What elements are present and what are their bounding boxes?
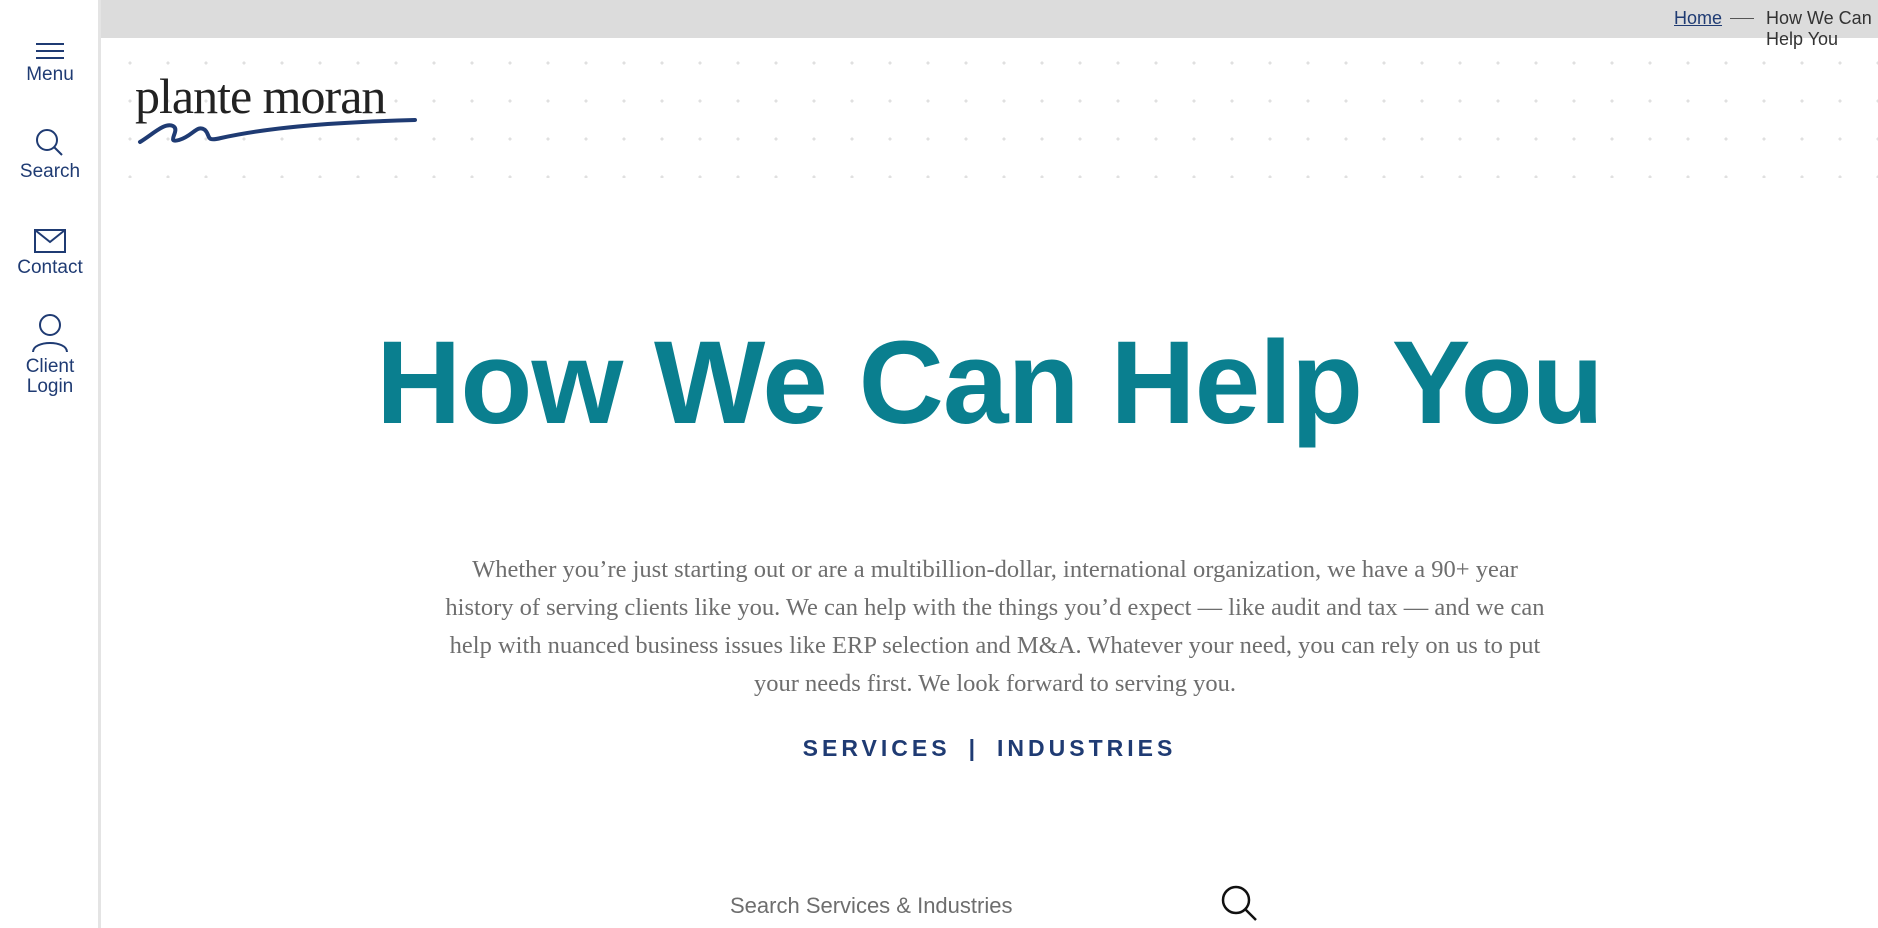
envelope-icon (34, 229, 66, 253)
industries-link[interactable]: INDUSTRIES (997, 735, 1176, 761)
breadcrumb-home-link[interactable]: Home (1674, 8, 1722, 29)
breadcrumb-bar: Home How We Can Help You (101, 0, 1878, 49)
user-icon (32, 314, 68, 353)
category-separator: | (968, 735, 980, 761)
sidebar-item-label: Search (19, 161, 81, 182)
intro-paragraph: Whether you’re just starting out or are … (445, 556, 1545, 697)
logo-swoosh-icon (138, 118, 417, 144)
services-link[interactable]: SERVICES (803, 735, 951, 761)
sidebar-item-client-login[interactable]: Client Login (0, 312, 100, 397)
sidebar-item-label: Client Login (25, 356, 75, 397)
sidebar-item-menu[interactable]: Menu (0, 40, 100, 85)
breadcrumb-separator (1730, 18, 1754, 19)
sidebar-item-label: Contact (17, 257, 83, 278)
left-sidebar: Menu Search Contact Client Login (0, 0, 101, 928)
search-input[interactable] (730, 888, 1210, 924)
hamburger-menu-icon (36, 43, 64, 59)
category-links: SERVICES | INDUSTRIES (101, 735, 1878, 762)
sidebar-item-contact[interactable]: Contact (0, 227, 100, 278)
search-button[interactable] (1219, 883, 1261, 925)
sidebar-item-search[interactable]: Search (0, 127, 100, 182)
plante-moran-logo[interactable]: plante moran (135, 68, 425, 148)
search-icon (36, 129, 63, 156)
search-icon (1221, 885, 1257, 921)
page-title: How We Can Help You (376, 317, 1604, 449)
sidebar-item-label: Menu (26, 64, 74, 85)
